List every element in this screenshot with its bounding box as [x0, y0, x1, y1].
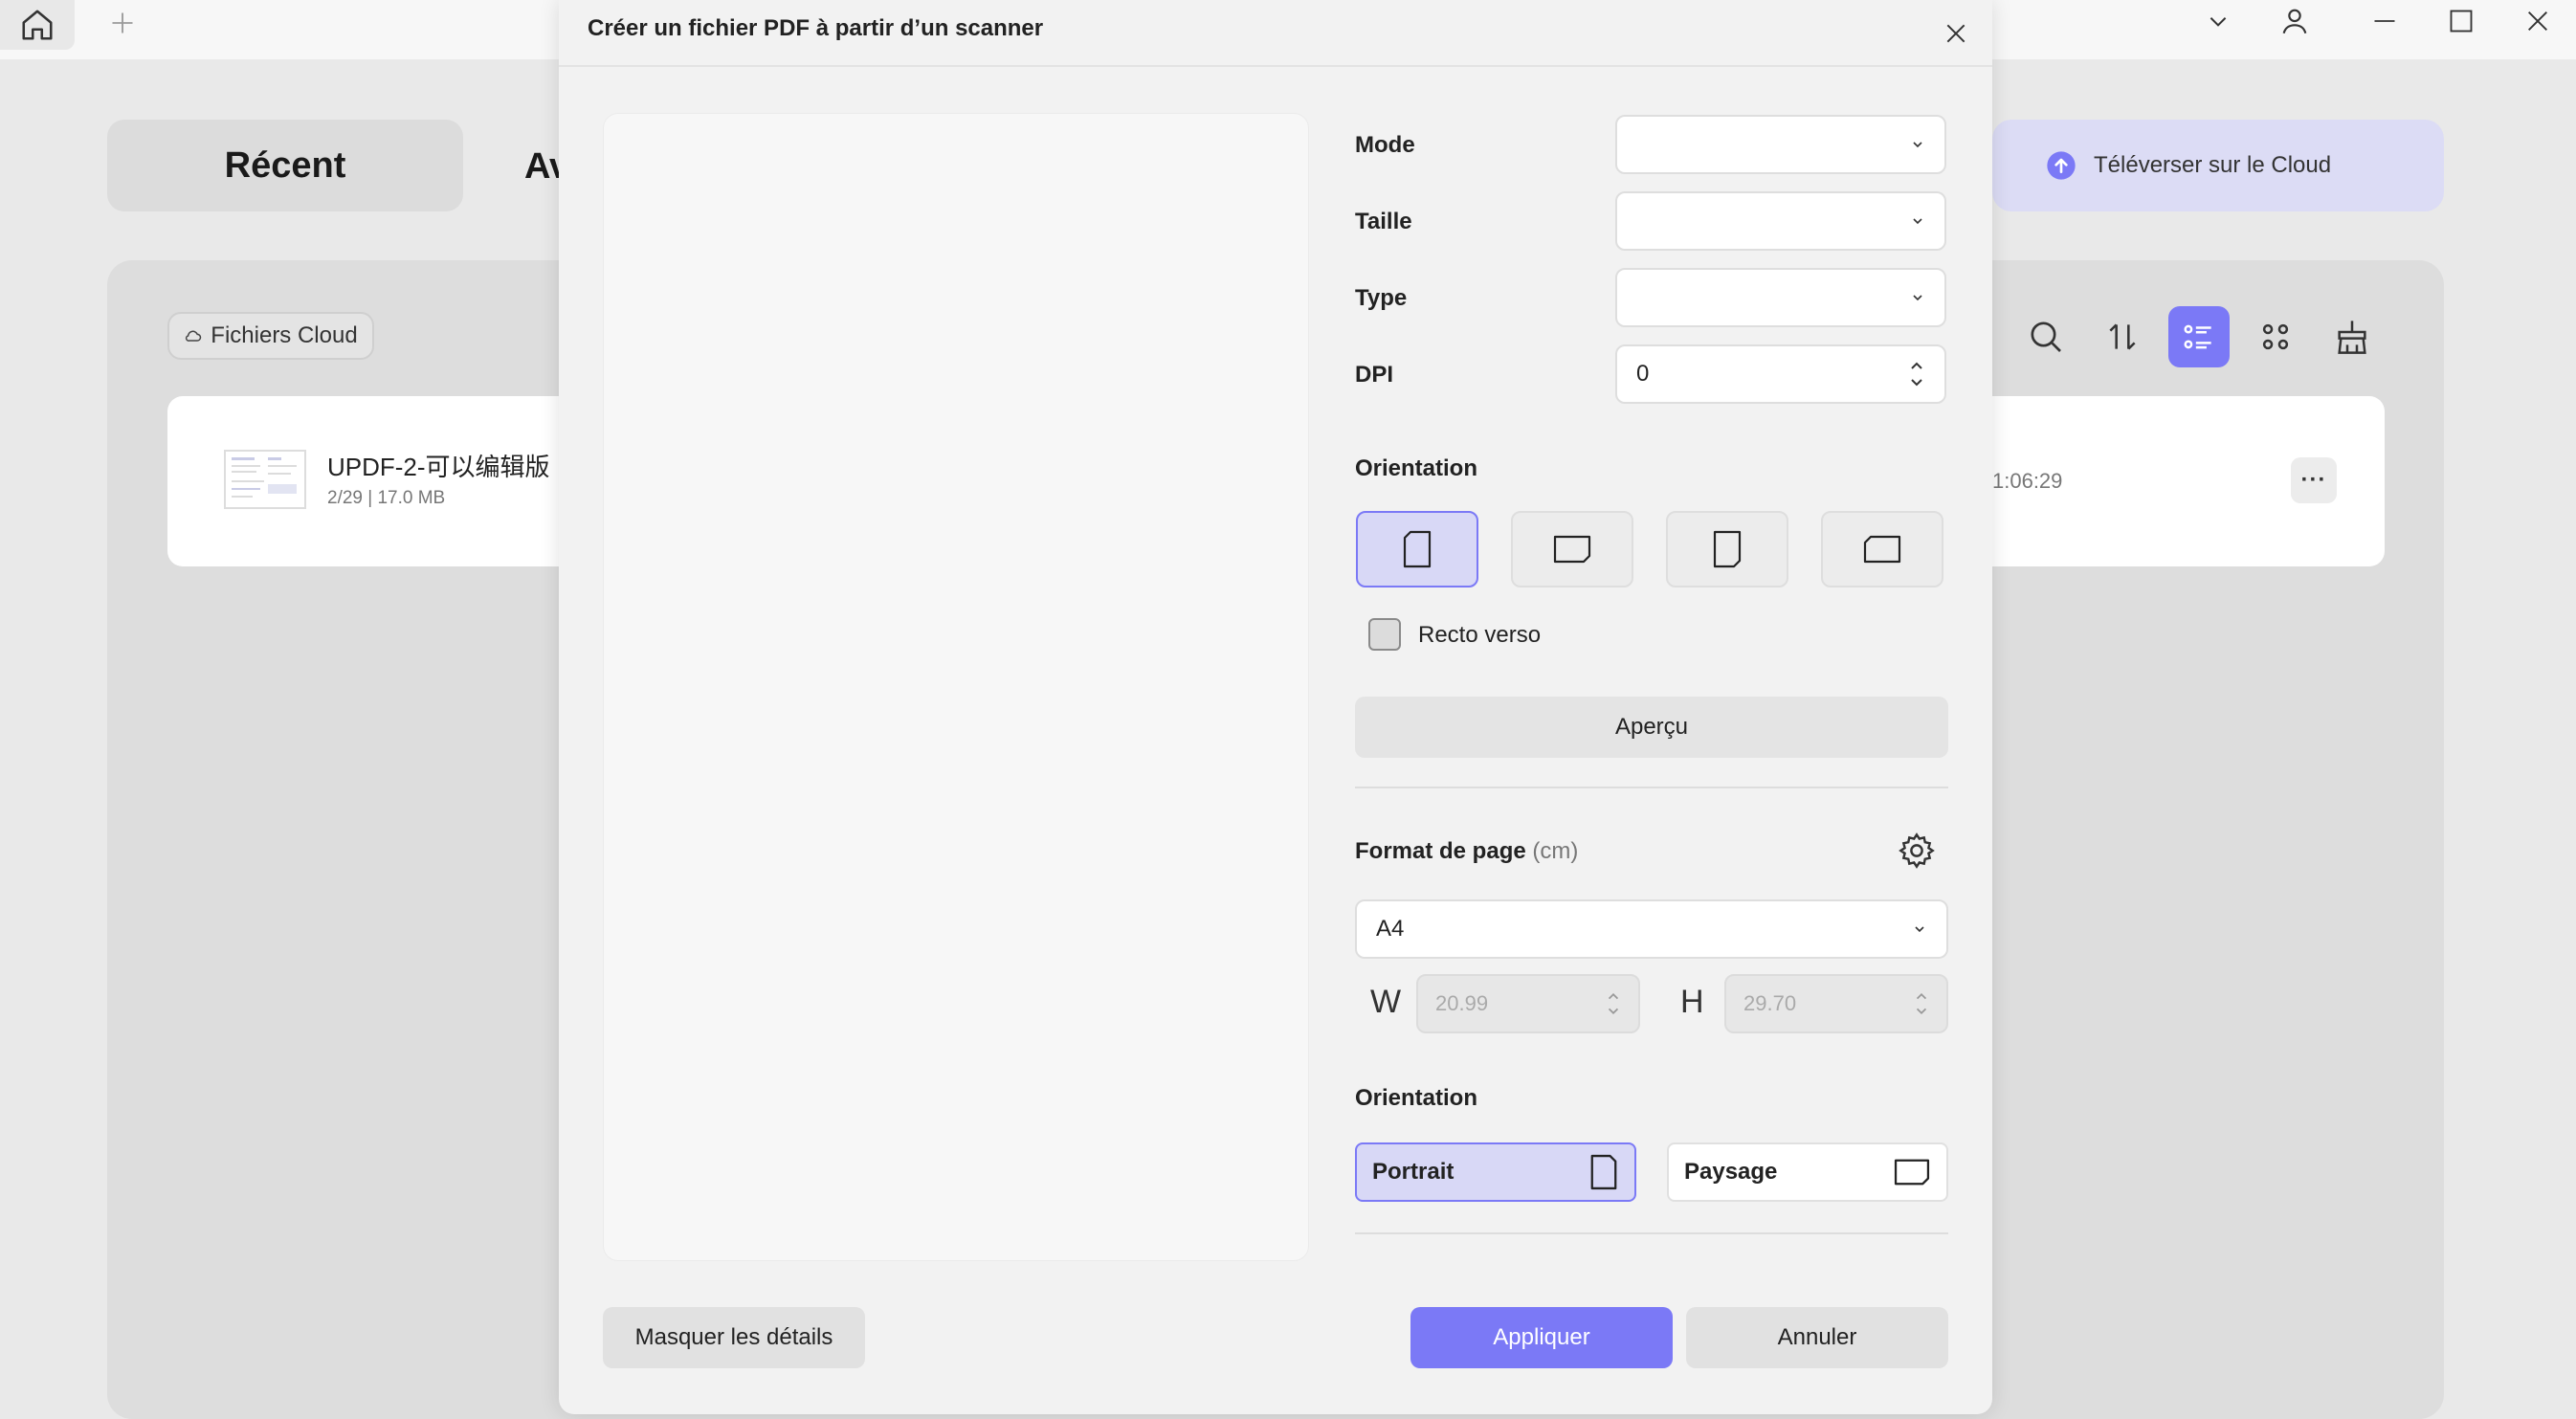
dpi-value: 0 [1636, 361, 1650, 387]
orientation-landscape-rotated-button[interactable] [1821, 511, 1943, 588]
apply-button[interactable]: Appliquer [1410, 1307, 1673, 1368]
minimize-button[interactable] [2356, 0, 2413, 42]
sort-button[interactable] [2092, 306, 2153, 367]
file-meta: 2/29 | 17.0 MB [327, 488, 446, 508]
chevron-down-icon [1913, 295, 1922, 301]
dropdown-button[interactable] [2189, 0, 2247, 42]
cancel-button[interactable]: Annuler [1686, 1307, 1948, 1368]
scan-preview-area [603, 113, 1309, 1261]
file-thumbnail [224, 450, 306, 509]
height-label: H [1680, 984, 1704, 1020]
portrait-page-icon [1590, 1154, 1617, 1190]
width-label: W [1370, 984, 1402, 1020]
document-thumbnail-icon [232, 457, 297, 498]
chevron-down-icon [2210, 17, 2227, 27]
cloud-files-filter[interactable]: Fichiers Cloud [167, 312, 374, 360]
section-divider [1355, 787, 1948, 788]
maximize-button[interactable] [2432, 0, 2490, 42]
width-input[interactable]: 20.99 [1416, 974, 1640, 1033]
minimize-icon [2374, 20, 2395, 22]
maximize-icon [2450, 10, 2473, 33]
upload-to-cloud-button[interactable]: Téléverser sur le Cloud [1992, 120, 2444, 211]
orientation-portrait-button[interactable] [1356, 511, 1478, 588]
type-select[interactable] [1615, 268, 1946, 327]
scan-orientation-label: Orientation [1355, 455, 1478, 481]
list-view-icon [2184, 324, 2211, 349]
stepper-arrows-icon[interactable] [1908, 358, 1925, 390]
upload-label: Téléverser sur le Cloud [2094, 152, 2332, 178]
portrait-rotated-page-icon [1713, 530, 1742, 568]
account-button[interactable] [2266, 0, 2323, 42]
search-icon [2031, 321, 2061, 352]
stepper-arrows-icon[interactable] [1606, 988, 1621, 1019]
mode-select[interactable] [1615, 115, 1946, 174]
new-tab-button[interactable] [103, 4, 142, 42]
grid-view-icon [2262, 323, 2289, 350]
tab-recent[interactable]: Récent [107, 120, 463, 211]
clean-button[interactable] [2321, 306, 2383, 367]
chevron-down-icon [1913, 218, 1922, 225]
landscape-option[interactable]: Paysage [1667, 1142, 1948, 1202]
landscape-rotated-page-icon [1863, 535, 1901, 564]
close-icon [2528, 11, 2547, 31]
file-time: 1:06:29 [1992, 469, 2063, 493]
upload-icon [2047, 151, 2076, 180]
plus-icon [112, 12, 133, 33]
size-select[interactable] [1615, 191, 1946, 251]
height-input[interactable]: 29.70 [1724, 974, 1948, 1033]
duplex-checkbox[interactable] [1368, 618, 1401, 651]
dpi-label: DPI [1355, 362, 1394, 388]
landscape-page-icon [1894, 1159, 1930, 1186]
cloud-files-label: Fichiers Cloud [211, 322, 358, 348]
portrait-label: Portrait [1372, 1159, 1455, 1185]
file-name: UPDF-2-可以编辑版 [327, 453, 550, 481]
page-format-title: Format de page [1355, 838, 1526, 864]
user-icon [2282, 9, 2307, 34]
duplex-label: Recto verso [1418, 622, 1542, 648]
stepper-arrows-icon[interactable] [1914, 988, 1929, 1019]
section-divider [1355, 1232, 1948, 1234]
page-format-select[interactable]: A4 [1355, 899, 1948, 959]
landscape-page-icon [1553, 535, 1591, 564]
height-value: 29.70 [1743, 991, 1797, 1015]
dpi-stepper[interactable]: 0 [1615, 344, 1946, 404]
mode-label: Mode [1355, 132, 1415, 158]
page-format-unit: (cm) [1532, 838, 1579, 864]
page-format-label: Format de page (cm) [1355, 838, 1578, 865]
preview-button[interactable]: Aperçu [1355, 697, 1948, 758]
type-label: Type [1355, 285, 1408, 311]
sort-icon [2109, 323, 2136, 350]
more-options-button[interactable]: ··· [2291, 457, 2337, 503]
grid-view-button[interactable] [2245, 306, 2306, 367]
portrait-option[interactable]: Portrait [1355, 1142, 1636, 1202]
dialog-close-button[interactable] [1929, 10, 1983, 57]
gear-icon [1899, 832, 1935, 869]
chevron-down-icon [1915, 926, 1924, 933]
hide-details-button[interactable]: Masquer les détails [603, 1307, 865, 1368]
close-window-button[interactable] [2509, 0, 2566, 42]
chevron-down-icon [1913, 142, 1922, 148]
orientation-portrait-rotated-button[interactable] [1666, 511, 1788, 588]
portrait-page-icon [1403, 530, 1432, 568]
page-format-settings-button[interactable] [1897, 831, 1937, 871]
width-value: 20.99 [1435, 991, 1489, 1015]
orientation-landscape-button[interactable] [1511, 511, 1633, 588]
home-icon [22, 10, 53, 40]
cloud-icon [186, 330, 202, 342]
landscape-label: Paysage [1684, 1159, 1778, 1185]
dialog-header-divider [559, 65, 1992, 67]
close-icon [1946, 24, 1965, 43]
page-orientation-label: Orientation [1355, 1085, 1478, 1111]
size-label: Taille [1355, 209, 1412, 234]
home-tab[interactable] [0, 0, 75, 50]
list-view-button[interactable] [2168, 306, 2230, 367]
broom-icon [2338, 321, 2366, 354]
dialog-title: Créer un fichier PDF à partir d’un scann… [588, 15, 1044, 41]
search-button[interactable] [2015, 306, 2076, 367]
page-format-value: A4 [1376, 916, 1405, 942]
